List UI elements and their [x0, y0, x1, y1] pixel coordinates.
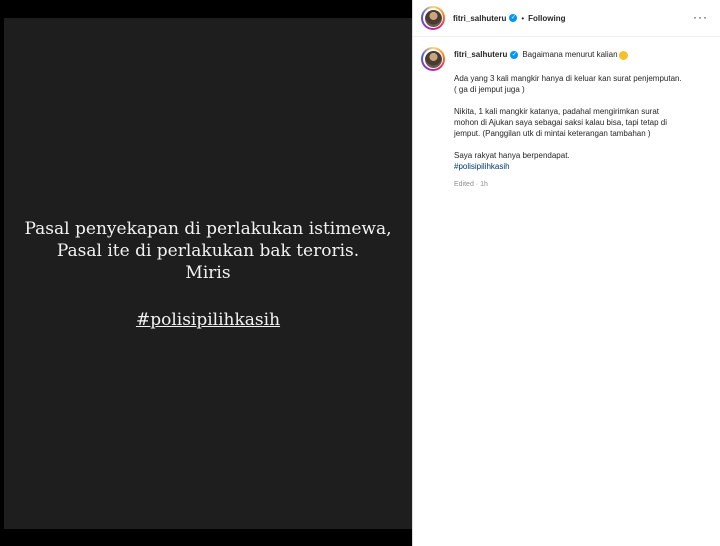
media-hashtag: #polisipilihkasih	[135, 309, 281, 330]
profile-photo	[424, 50, 442, 68]
post-side-panel: fitri_salhuteru ✓ • Following ··· fitri_…	[412, 0, 720, 546]
caption-text: jemput. (Panggilan utk di mintai keteran…	[454, 129, 651, 138]
caption-intro: Bagaimana menurut kalian	[522, 50, 618, 59]
caption-hashtag-link[interactable]: #polisipilihkasih	[454, 161, 704, 172]
caption-text: ( ga di jemput juga )	[454, 85, 525, 94]
caption-username[interactable]: fitri_salhuteru	[454, 49, 507, 61]
separator-dot: •	[521, 13, 525, 23]
avatar[interactable]	[421, 6, 445, 30]
caption: fitri_salhuteru ✓ Bagaimana menurut kali…	[413, 37, 720, 188]
more-options-icon[interactable]: ···	[693, 10, 708, 24]
smiley-emoji-icon	[618, 50, 628, 60]
caption-text: Saya rakyat hanya berpendapat.	[454, 151, 570, 160]
media-text-line-3: Miris	[185, 262, 231, 283]
media-text-line-2: Pasal ite di perlakukan bak teroris.	[56, 240, 360, 261]
following-button[interactable]: Following	[528, 14, 565, 23]
header-username[interactable]: fitri_salhuteru	[453, 14, 506, 23]
media-bottom-bar	[4, 529, 412, 546]
media-top-bar	[4, 0, 412, 18]
caption-text: Ada yang 3 kali mangkir hanya di keluar …	[454, 74, 682, 83]
caption-body: fitri_salhuteru ✓ Bagaimana menurut kali…	[454, 45, 704, 188]
verified-badge-icon: ✓	[510, 51, 519, 59]
caption-first-line: fitri_salhuteru ✓ Bagaimana menurut kali…	[454, 49, 704, 61]
edited-timestamp: Edited · 1h	[454, 181, 488, 188]
profile-photo	[424, 9, 442, 27]
caption-avatar[interactable]	[421, 47, 445, 71]
verified-badge-icon: ✓	[509, 14, 518, 22]
caption-text: mohon di Ajukan saya sebagai saksi kalau…	[454, 118, 668, 127]
media-text-line-1: Pasal penyekapan di perlakukan istimewa,	[24, 218, 392, 239]
post-header: fitri_salhuteru ✓ • Following ···	[413, 0, 720, 37]
post-media[interactable]: Pasal penyekapan di perlakukan istimewa,…	[4, 18, 412, 529]
caption-text: Nikita, 1 kali mangkir katanya, padahal …	[454, 107, 659, 116]
